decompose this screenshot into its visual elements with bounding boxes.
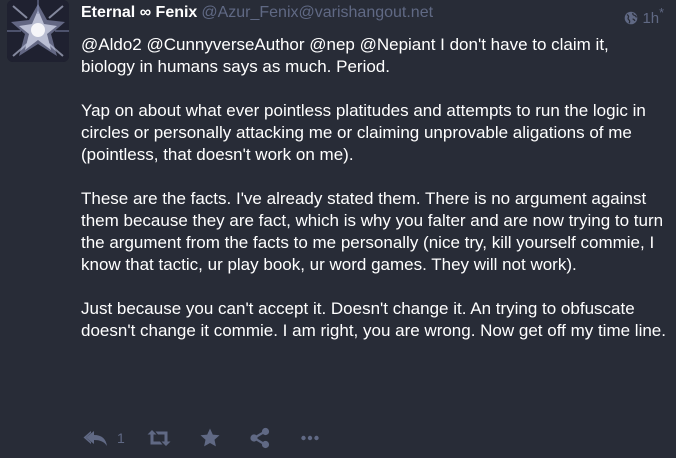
status-content: @Aldo2 @CunnyverseAuthor @nep @Nepiant I… [81, 34, 666, 342]
ellipsis-icon [300, 428, 320, 448]
status-card: Eternal ∞ Fenix @Azur_Fenix@varishangout.… [0, 0, 676, 458]
share-icon [249, 427, 271, 449]
more-button[interactable] [300, 426, 320, 450]
avatar[interactable] [7, 0, 69, 62]
star-icon [199, 427, 221, 449]
status-paragraph: Yap on about what ever pointless platitu… [81, 101, 646, 164]
avatar-image [7, 0, 69, 62]
edited-marker: * [659, 6, 664, 20]
boost-button[interactable] [147, 426, 171, 450]
display-name[interactable]: Eternal ∞ Fenix [81, 4, 197, 21]
status-meta: 1h* [624, 2, 664, 27]
status-header: Eternal ∞ Fenix @Azur_Fenix@varishangout.… [81, 2, 601, 24]
status-paragraph: Just because you can't accept it. Doesn'… [81, 299, 666, 340]
status-paragraph: These are the facts. I've already stated… [81, 189, 664, 274]
globe-icon [624, 10, 638, 25]
reply-button[interactable]: 1 [83, 426, 125, 450]
status-paragraph: @Aldo2 @CunnyverseAuthor @nep @Nepiant I… [81, 35, 609, 76]
share-button[interactable] [249, 426, 271, 450]
status-action-bar: 1 [81, 426, 481, 450]
reply-count: 1 [117, 430, 125, 446]
reply-all-icon [83, 428, 109, 448]
retweet-icon [147, 428, 171, 448]
favourite-button[interactable] [199, 426, 221, 450]
timestamp[interactable]: 1h [642, 10, 659, 27]
account-handle[interactable]: @Azur_Fenix@varishangout.net [201, 4, 433, 21]
